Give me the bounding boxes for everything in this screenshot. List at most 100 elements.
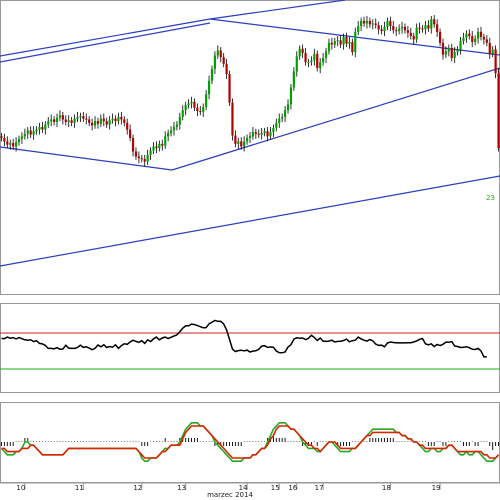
candle-body bbox=[120, 116, 123, 120]
candle-body bbox=[167, 132, 170, 137]
candle-body bbox=[131, 138, 135, 152]
x-tick-label: 18 bbox=[382, 484, 391, 492]
candle-body bbox=[362, 20, 366, 24]
candle-body bbox=[281, 116, 284, 119]
trendline-upper-extension bbox=[209, 0, 346, 20]
candle-body bbox=[222, 57, 225, 64]
candle-body bbox=[283, 110, 287, 117]
candle-body bbox=[85, 118, 88, 120]
candle-body bbox=[462, 37, 465, 42]
candle-body bbox=[190, 101, 193, 104]
candle-body bbox=[398, 28, 401, 32]
candle-body bbox=[383, 26, 386, 32]
candle-body bbox=[339, 40, 342, 45]
candle-body bbox=[386, 20, 389, 27]
candle-body bbox=[436, 24, 439, 32]
price-panel: 23 bbox=[0, 0, 500, 267]
candle-body bbox=[164, 136, 167, 146]
candle-body bbox=[52, 119, 56, 122]
x-tick-label: 16 bbox=[288, 484, 297, 492]
candle-body bbox=[213, 55, 217, 69]
candle-body bbox=[202, 106, 205, 112]
candle-body bbox=[400, 26, 404, 29]
candle-body bbox=[105, 121, 108, 125]
candle-body bbox=[409, 32, 412, 37]
candle-body bbox=[471, 36, 474, 42]
candle-body bbox=[20, 136, 24, 139]
candle-body bbox=[29, 130, 32, 135]
candle-body bbox=[269, 132, 272, 137]
candle-body bbox=[465, 33, 468, 38]
candle-body bbox=[207, 80, 211, 95]
candle-body bbox=[117, 116, 120, 122]
trendline-upper-channel-bottom bbox=[0, 22, 211, 63]
candle-body bbox=[181, 110, 184, 117]
candle-body bbox=[295, 56, 298, 72]
candle-body bbox=[327, 42, 331, 52]
trendline-lower-left bbox=[0, 146, 173, 171]
candle-body bbox=[158, 143, 161, 149]
candle-body bbox=[237, 141, 240, 144]
candle-body bbox=[172, 127, 176, 131]
x-tick-label: 12 bbox=[133, 484, 142, 492]
candle-body bbox=[146, 154, 149, 162]
candle-body bbox=[216, 50, 219, 56]
candle-body bbox=[161, 143, 164, 146]
x-tick-label: 11 bbox=[75, 484, 84, 492]
trendline-rising-support bbox=[171, 67, 500, 171]
candle-body bbox=[377, 25, 380, 30]
macd-panel bbox=[0, 422, 500, 462]
candle-body bbox=[184, 105, 187, 111]
candle-body bbox=[129, 129, 132, 138]
candle-body bbox=[102, 118, 105, 122]
x-axis: 10 11 12 13 14 15 16 17 18 19 marzec 2014 bbox=[0, 482, 500, 499]
candle-body bbox=[427, 25, 430, 29]
candle-body bbox=[64, 119, 67, 122]
candle-body bbox=[272, 127, 275, 133]
candle-body bbox=[187, 103, 190, 106]
candle-body bbox=[342, 36, 345, 45]
candle-body bbox=[219, 50, 222, 58]
candle-body bbox=[354, 31, 357, 53]
candle-body bbox=[298, 48, 301, 57]
candle-body bbox=[286, 104, 290, 111]
candle-body bbox=[93, 121, 97, 126]
candle-body bbox=[438, 31, 442, 43]
candle-body bbox=[289, 87, 293, 105]
candle-body bbox=[345, 36, 348, 44]
candle-body bbox=[0, 136, 3, 138]
oscillator-panel bbox=[0, 319, 500, 370]
candle-body bbox=[114, 118, 117, 122]
candle-body bbox=[9, 143, 12, 145]
candle-body bbox=[140, 158, 143, 160]
candle-body bbox=[333, 41, 336, 45]
candle-body bbox=[257, 133, 260, 135]
candle-body bbox=[430, 19, 433, 29]
candle-body bbox=[228, 74, 231, 103]
candle-body bbox=[50, 119, 53, 122]
candle-body bbox=[111, 118, 114, 121]
candle-body bbox=[330, 42, 333, 45]
candle-body bbox=[351, 42, 354, 53]
oscillator-line bbox=[1, 319, 487, 358]
candle-body bbox=[266, 131, 269, 137]
candle-body bbox=[389, 20, 392, 26]
candle-body bbox=[424, 25, 427, 30]
candle-body bbox=[73, 118, 76, 123]
candle-body bbox=[234, 135, 237, 144]
candle-body bbox=[368, 20, 371, 25]
candle-body bbox=[175, 124, 179, 128]
price-panel-frame bbox=[0, 0, 500, 295]
candle-body bbox=[58, 115, 62, 118]
candle-body bbox=[494, 49, 497, 74]
candle-body bbox=[76, 116, 79, 119]
candle-body bbox=[225, 63, 228, 74]
candle-body bbox=[441, 42, 445, 55]
candle-body bbox=[403, 26, 407, 31]
candle-body bbox=[108, 120, 111, 125]
candle-body bbox=[491, 49, 494, 54]
candle-body bbox=[260, 132, 263, 135]
candle-body bbox=[485, 39, 488, 43]
candle-body bbox=[488, 42, 491, 54]
candle-body bbox=[134, 151, 138, 157]
